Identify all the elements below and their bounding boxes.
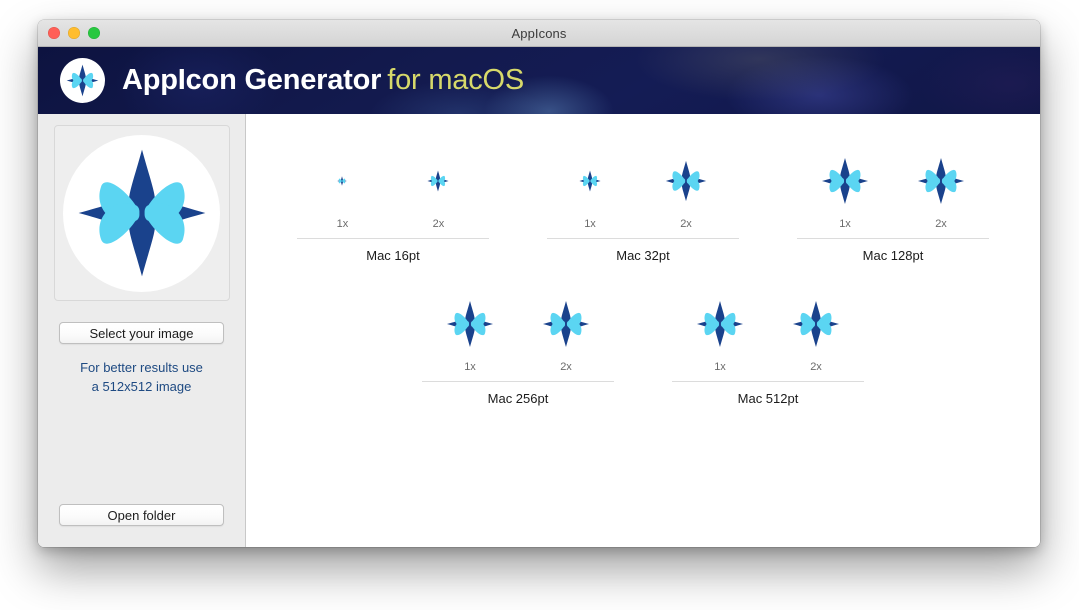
resolution-hint: For better results use a 512x512 image: [80, 358, 203, 396]
icon-preview: [696, 296, 744, 352]
icon-group-label: Mac 32pt: [616, 248, 670, 263]
app-flower-icon: [579, 170, 601, 192]
icon-scale-label: 1x: [336, 218, 349, 230]
icon-scale-cell[interactable]: 2x: [792, 296, 840, 373]
app-flower-icon: [821, 157, 869, 205]
open-folder-button[interactable]: Open folder: [59, 504, 224, 526]
icon-scale-cell[interactable]: 1x: [336, 153, 349, 230]
icon-group-label: Mac 512pt: [737, 391, 799, 406]
icon-preview: [446, 296, 494, 352]
select-your-image-button[interactable]: Select your image: [59, 322, 224, 344]
icon-scale-cell[interactable]: 2x: [542, 296, 590, 373]
icon-scale-row: 1x 2x: [297, 168, 489, 230]
app-flower-icon: [66, 64, 99, 97]
group-divider: [297, 238, 489, 239]
sidebar-panel: Select your image For better results use…: [38, 114, 246, 547]
icon-scale-row: 1x 2x: [422, 300, 614, 373]
app-header-title-sub: for macOS: [387, 64, 525, 96]
window-body: Select your image For better results use…: [38, 114, 1040, 547]
image-preview-disc: [63, 134, 220, 292]
icon-size-group: 1x 2x Mac 16pt: [297, 168, 489, 263]
icon-preview: [917, 153, 965, 209]
icon-scale-cell[interactable]: 1x: [579, 153, 601, 230]
icon-preview: [337, 153, 348, 209]
icon-preview: [427, 153, 449, 209]
icon-scale-label: 1x: [714, 361, 726, 373]
desktop-background: AppIcons AppIcon Generator for macOS Sel…: [0, 0, 1079, 610]
group-divider: [422, 381, 614, 382]
app-flower-icon: [696, 300, 744, 348]
icon-group-label: Mac 128pt: [862, 248, 924, 263]
icon-size-group: 1x 2x Mac 32pt: [547, 160, 739, 263]
icon-scale-cell[interactable]: 1x: [821, 153, 869, 230]
icon-size-group: 1x 2x Mac 512pt: [672, 300, 864, 406]
icon-scale-label: 1x: [839, 218, 851, 230]
icon-scale-label: 2x: [432, 218, 445, 230]
app-flower-icon: [917, 157, 965, 205]
app-flower-icon: [665, 160, 707, 202]
close-window-button[interactable]: [48, 27, 60, 39]
icon-group-label: Mac 16pt: [366, 248, 420, 263]
window-title: AppIcons: [511, 25, 567, 41]
resolution-hint-line-2: a 512x512 image: [91, 379, 192, 394]
icon-scale-label: 1x: [464, 361, 476, 373]
icon-scale-cell[interactable]: 2x: [917, 153, 965, 230]
icon-preview: [821, 153, 869, 209]
icon-scale-label: 1x: [584, 218, 596, 230]
icon-preview: [665, 153, 707, 209]
icon-size-group: 1x 2x Mac 256pt: [422, 300, 614, 406]
resolution-hint-line-1: For better results use: [80, 360, 203, 375]
app-flower-icon: [542, 300, 590, 348]
app-flower-icon: [427, 170, 449, 192]
app-flower-icon: [337, 176, 348, 186]
icon-scale-row: 1x 2x: [672, 300, 864, 373]
group-divider: [672, 381, 864, 382]
maximize-window-button[interactable]: [88, 27, 100, 39]
icon-scale-cell[interactable]: 2x: [665, 153, 707, 230]
application-window: AppIcons AppIcon Generator for macOS Sel…: [38, 20, 1040, 547]
group-divider: [797, 238, 989, 239]
app-flower-icon: [446, 300, 494, 348]
icon-group-row: 1x 2x Mac 256pt 1x 2x Mac 512pt: [246, 263, 1040, 406]
icon-size-group: 1x 2x Mac 128pt: [797, 157, 989, 263]
app-flower-icon: [78, 149, 205, 277]
minimize-window-button[interactable]: [68, 27, 80, 39]
app-flower-icon: [792, 300, 840, 348]
icon-scale-label: 2x: [810, 361, 822, 373]
icon-group-label: Mac 256pt: [487, 391, 549, 406]
icon-scale-label: 2x: [560, 361, 572, 373]
icon-scale-row: 1x 2x: [547, 160, 739, 230]
icon-scale-label: 2x: [680, 218, 692, 230]
icon-scale-cell[interactable]: 1x: [446, 296, 494, 373]
icon-scale-label: 2x: [935, 218, 947, 230]
app-header-banner: AppIcon Generator for macOS: [38, 47, 1040, 114]
icon-group-row: 1x 2x Mac 16pt 1x 2x Mac 32pt 1x 2x Mac 128pt: [246, 114, 1040, 263]
icon-results-panel: 1x 2x Mac 16pt 1x 2x Mac 32pt 1x 2x Mac 128pt 1x…: [246, 114, 1040, 547]
image-preview-box[interactable]: [53, 125, 230, 301]
group-divider: [547, 238, 739, 239]
icon-preview: [579, 153, 601, 209]
icon-preview: [792, 296, 840, 352]
icon-scale-cell[interactable]: 2x: [427, 153, 449, 230]
app-logo-badge: [60, 58, 105, 103]
icon-preview: [542, 296, 590, 352]
app-header-title-main: AppIcon Generator: [122, 64, 382, 96]
traffic-light-group: [48, 20, 100, 46]
app-header-title: AppIcon Generator for macOS: [122, 64, 524, 97]
icon-scale-row: 1x 2x: [797, 157, 989, 230]
icon-scale-cell[interactable]: 1x: [696, 296, 744, 373]
window-titlebar: AppIcons: [38, 20, 1040, 47]
